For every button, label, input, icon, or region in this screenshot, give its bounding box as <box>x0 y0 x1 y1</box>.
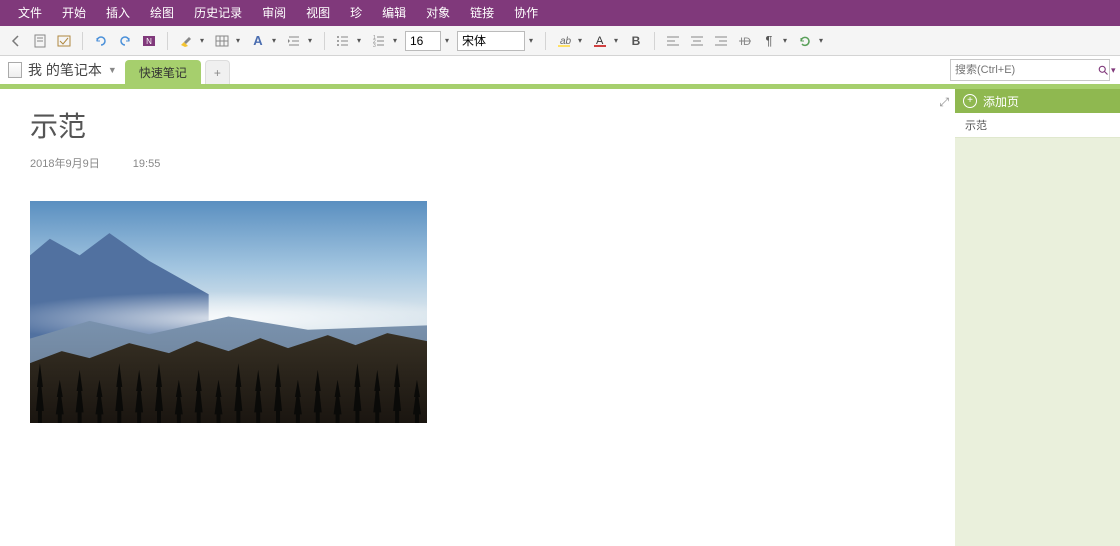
menu-文件[interactable]: 文件 <box>8 0 52 26</box>
svg-text:ID: ID <box>740 36 751 48</box>
font-color-dropdown[interactable]: ▾ <box>614 36 622 45</box>
add-page-button[interactable]: + 添加页 <box>955 89 1120 113</box>
refresh-icon[interactable] <box>795 31 815 51</box>
text-highlight-dropdown[interactable]: ▾ <box>578 36 586 45</box>
main-area: ⤢ 示范 2018年9月9日 19:55 + 添加页 示范 <box>0 89 1120 546</box>
back-icon[interactable] <box>6 31 26 51</box>
font-size-dropdown[interactable]: ▾ <box>445 36 453 45</box>
page-meta: 2018年9月9日 19:55 <box>30 155 925 171</box>
table-icon[interactable] <box>212 31 232 51</box>
bold-icon[interactable]: B <box>626 31 646 51</box>
menu-审阅[interactable]: 审阅 <box>252 0 296 26</box>
toolbar: N ▾ ▾ A ▾ ▾ ▾ 123 ▾ ▾ ▾ ab ▾ A ▾ B ID ¶ … <box>0 26 1120 56</box>
section-tabs: 快速笔记 + <box>125 56 230 84</box>
text-highlight-icon[interactable]: ab <box>554 31 574 51</box>
numbering-icon[interactable]: 123 <box>369 31 389 51</box>
search-box[interactable]: ▾ <box>950 59 1110 81</box>
menu-链接[interactable]: 链接 <box>460 0 504 26</box>
font-style-dropdown[interactable]: ▾ <box>272 36 280 45</box>
bullets-dropdown[interactable]: ▾ <box>357 36 365 45</box>
side-panel: + 添加页 示范 <box>955 89 1120 546</box>
paragraph-dropdown[interactable]: ▾ <box>783 36 791 45</box>
font-color-icon[interactable]: A <box>590 31 610 51</box>
align-center-icon[interactable] <box>687 31 707 51</box>
svg-text:N: N <box>146 37 152 46</box>
todo-icon[interactable] <box>54 31 74 51</box>
menu-插入[interactable]: 插入 <box>96 0 140 26</box>
menu-历史记录[interactable]: 历史记录 <box>184 0 252 26</box>
page-list: 示范 <box>955 113 1120 546</box>
note-image[interactable] <box>30 201 427 423</box>
plus-icon: + <box>963 94 977 108</box>
strikethrough-icon[interactable]: ID <box>735 31 755 51</box>
menu-珍[interactable]: 珍 <box>340 0 372 26</box>
notebook-dropdown-icon: ▼ <box>108 65 117 75</box>
numbering-dropdown[interactable]: ▾ <box>393 36 401 45</box>
tab-label: 快速笔记 <box>139 64 187 81</box>
add-page-label: 添加页 <box>983 93 1019 110</box>
page-date: 2018年9月9日 <box>30 158 100 170</box>
highlight-dropdown[interactable]: ▾ <box>200 36 208 45</box>
align-left-icon[interactable] <box>663 31 683 51</box>
align-right-icon[interactable] <box>711 31 731 51</box>
font-size-input[interactable] <box>405 31 441 51</box>
indent-icon[interactable] <box>284 31 304 51</box>
menu-协作[interactable]: 协作 <box>504 0 548 26</box>
page-time: 19:55 <box>133 158 161 170</box>
indent-dropdown[interactable]: ▾ <box>308 36 316 45</box>
menu-编辑[interactable]: 编辑 <box>372 0 416 26</box>
bullets-icon[interactable] <box>333 31 353 51</box>
menu-开始[interactable]: 开始 <box>52 0 96 26</box>
menu-绘图[interactable]: 绘图 <box>140 0 184 26</box>
font-style-icon[interactable]: A <box>248 31 268 51</box>
menu-对象[interactable]: 对象 <box>416 0 460 26</box>
notebook-title: 我 的笔记本 <box>28 60 102 80</box>
font-name-dropdown[interactable]: ▾ <box>529 36 537 45</box>
paragraph-icon[interactable]: ¶ <box>759 31 779 51</box>
tab-add[interactable]: + <box>205 60 230 84</box>
redo-icon[interactable] <box>115 31 135 51</box>
menubar: 文件开始插入绘图历史记录审阅视图珍编辑对象链接协作 <box>0 0 1120 26</box>
font-name-input[interactable] <box>457 31 525 51</box>
table-dropdown[interactable]: ▾ <box>236 36 244 45</box>
refresh-dropdown[interactable]: ▾ <box>819 36 827 45</box>
page-title[interactable]: 示范 <box>30 105 925 145</box>
search-icon[interactable]: ▾ <box>1097 64 1116 76</box>
menu-视图[interactable]: 视图 <box>296 0 340 26</box>
tab-quicknotes[interactable]: 快速笔记 <box>125 60 201 84</box>
notebook-icon <box>8 62 22 78</box>
notebook-selector[interactable]: 我 的笔记本 ▼ <box>0 60 125 80</box>
notes-icon[interactable] <box>30 31 50 51</box>
expand-icon[interactable]: ⤢ <box>939 95 949 110</box>
page-list-item[interactable]: 示范 <box>955 113 1120 138</box>
page-content[interactable]: ⤢ 示范 2018年9月9日 19:55 <box>0 89 955 546</box>
undo-icon[interactable] <box>91 31 111 51</box>
page-item-label: 示范 <box>965 120 987 132</box>
svg-text:3: 3 <box>373 43 376 49</box>
highlight-icon[interactable] <box>176 31 196 51</box>
onenote-icon[interactable]: N <box>139 31 159 51</box>
notebook-bar: 我 的笔记本 ▼ 快速笔记 + ▾ <box>0 56 1120 84</box>
search-input[interactable] <box>955 64 1097 76</box>
add-icon: + <box>214 66 221 80</box>
